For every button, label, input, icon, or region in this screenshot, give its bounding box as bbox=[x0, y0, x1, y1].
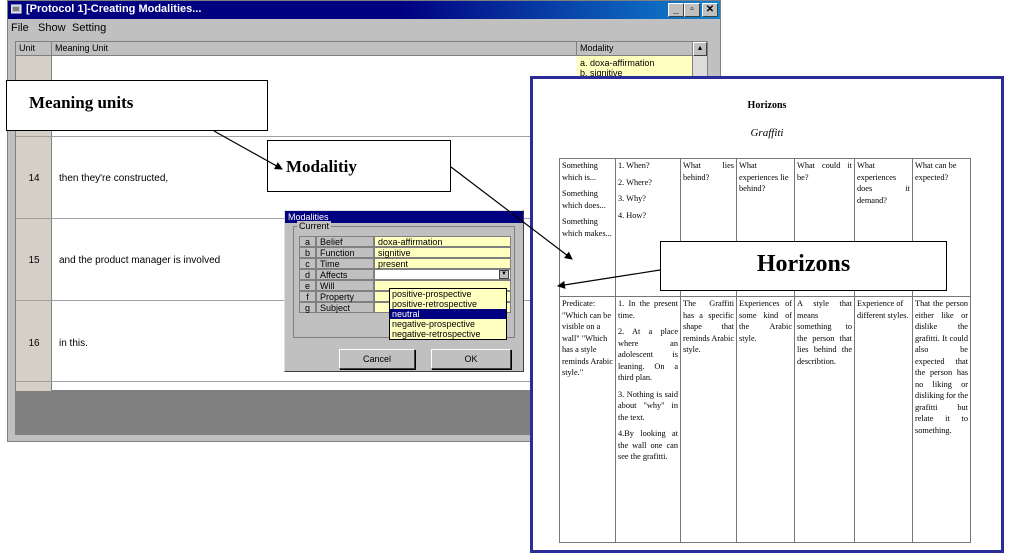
cell-text: 3. Nothing is said about "why" in the te… bbox=[618, 389, 678, 422]
row-key: c bbox=[299, 258, 316, 269]
cell-text: 3. Why? bbox=[618, 194, 646, 203]
callout-modality: Modalitiy bbox=[267, 140, 451, 192]
cell-text: 2. At a place where an adolescent is lea… bbox=[618, 327, 678, 382]
row-name: Function bbox=[316, 247, 374, 258]
modality-row-function[interactable]: b Function signitive bbox=[299, 247, 511, 258]
row-unit: 16 bbox=[28, 338, 40, 349]
row-unit: 14 bbox=[28, 173, 40, 184]
row-key: a bbox=[299, 236, 316, 247]
table-cell: A style that means something to the pers… bbox=[794, 296, 855, 543]
row-key: b bbox=[299, 247, 316, 258]
menu-file[interactable]: File bbox=[11, 22, 29, 34]
cell-text: 1. In the present time. bbox=[618, 299, 678, 320]
table-cell: Predicate: "Which can be visible on a wa… bbox=[559, 296, 616, 543]
ok-button[interactable]: OK bbox=[431, 349, 511, 369]
header-unit[interactable]: Unit bbox=[16, 42, 52, 56]
callout-meaning-units: Meaning units bbox=[6, 80, 268, 131]
ok-label: OK bbox=[464, 354, 478, 364]
row-value[interactable]: present bbox=[374, 258, 511, 269]
modality-row-belief[interactable]: a Belief doxa-affirmation bbox=[299, 236, 511, 247]
table-cell: Experience of different styles. bbox=[854, 296, 913, 543]
cell-text: Something which makes... bbox=[562, 217, 612, 238]
doc-title: Horizons bbox=[747, 100, 787, 111]
row-name: Time bbox=[316, 258, 374, 269]
row-key: g bbox=[299, 302, 316, 313]
row-name: Belief bbox=[316, 236, 374, 247]
table-cell: Something which is... Something which do… bbox=[559, 158, 616, 297]
menu-setting[interactable]: Setting bbox=[72, 22, 106, 34]
cell-text: 4. How? bbox=[618, 210, 647, 220]
current-group-label: Current bbox=[297, 221, 332, 231]
cell-text: 4.By looking at the wall one can see the… bbox=[618, 429, 678, 461]
affects-select[interactable]: ▼ bbox=[374, 269, 511, 280]
row-key: f bbox=[299, 291, 316, 302]
app-icon bbox=[11, 4, 22, 14]
table-cell: Experiences of some kind of the Arabic s… bbox=[736, 296, 795, 543]
doc-subtitle: Graffiti bbox=[750, 127, 784, 139]
modality-row-affects[interactable]: d Affects ▼ bbox=[299, 269, 511, 280]
table-cell: That the person either like or dislike t… bbox=[912, 296, 971, 543]
table-cell: The Graffiti has a specific shape that r… bbox=[680, 296, 737, 543]
affects-dropdown-list: positive-prospective positive-retrospect… bbox=[389, 288, 507, 340]
modality-row-time[interactable]: c Time present bbox=[299, 258, 511, 269]
modality-line: a. doxa-affirmation bbox=[580, 58, 655, 68]
window-title: [Protocol 1]-Creating Modalities... bbox=[26, 3, 202, 15]
dropdown-option[interactable]: positive-retrospective bbox=[390, 299, 506, 309]
cell-text: 1. When? bbox=[618, 161, 650, 170]
dropdown-option-selected[interactable]: neutral bbox=[390, 309, 506, 319]
row-name: Subject bbox=[316, 302, 374, 313]
dropdown-option[interactable]: positive-prospective bbox=[390, 289, 506, 299]
row-value[interactable]: doxa-affirmation bbox=[374, 236, 511, 247]
row-text: in this. bbox=[59, 338, 88, 349]
cancel-label: Cancel bbox=[362, 354, 391, 364]
header-meaning-unit[interactable]: Meaning Unit bbox=[52, 42, 577, 56]
maximize-button[interactable]: ▫ bbox=[684, 3, 700, 17]
horizons-table: Something which is... Something which do… bbox=[559, 158, 971, 543]
table-cell: 1. In the present time. 2. At a place wh… bbox=[615, 296, 681, 543]
scroll-up-button[interactable]: ▲ bbox=[693, 42, 707, 56]
row-unit: 15 bbox=[28, 255, 40, 266]
cell-text: Something which is... bbox=[562, 161, 598, 182]
cell-text: Something which does... bbox=[562, 189, 606, 210]
row-name: Property bbox=[316, 291, 374, 302]
cancel-button[interactable]: Cancel bbox=[339, 349, 415, 369]
row-name: Affects bbox=[316, 269, 374, 280]
row-key: e bbox=[299, 280, 316, 291]
minimize-button[interactable]: _ bbox=[668, 3, 684, 17]
row-text: and the product manager is involved bbox=[59, 255, 221, 266]
row-value[interactable]: signitive bbox=[374, 247, 511, 258]
dropdown-option[interactable]: negative-prospective bbox=[390, 319, 506, 329]
dropdown-option[interactable]: negative-retrospective bbox=[390, 329, 506, 339]
table-row: Predicate: "Which can be visible on a wa… bbox=[559, 296, 971, 543]
menu-show[interactable]: Show bbox=[38, 22, 66, 34]
row-key: d bbox=[299, 269, 316, 280]
callout-horizons: Horizons bbox=[660, 241, 947, 291]
dropdown-arrow-icon[interactable]: ▼ bbox=[499, 270, 509, 279]
title-bar[interactable]: [Protocol 1]-Creating Modalities... _ ▫ … bbox=[8, 1, 720, 19]
row-text: then they're constructed, bbox=[59, 173, 169, 184]
grid-header: Unit Meaning Unit Modality bbox=[16, 42, 693, 56]
horizons-document: Horizons Graffiti Something which is... … bbox=[530, 76, 1004, 553]
row-name: Will bbox=[316, 280, 374, 291]
header-modality[interactable]: Modality bbox=[577, 42, 693, 56]
cell-text: 2. Where? bbox=[618, 177, 652, 187]
menu-bar: File Show Setting bbox=[8, 19, 720, 37]
close-button[interactable]: ✕ bbox=[702, 3, 718, 17]
